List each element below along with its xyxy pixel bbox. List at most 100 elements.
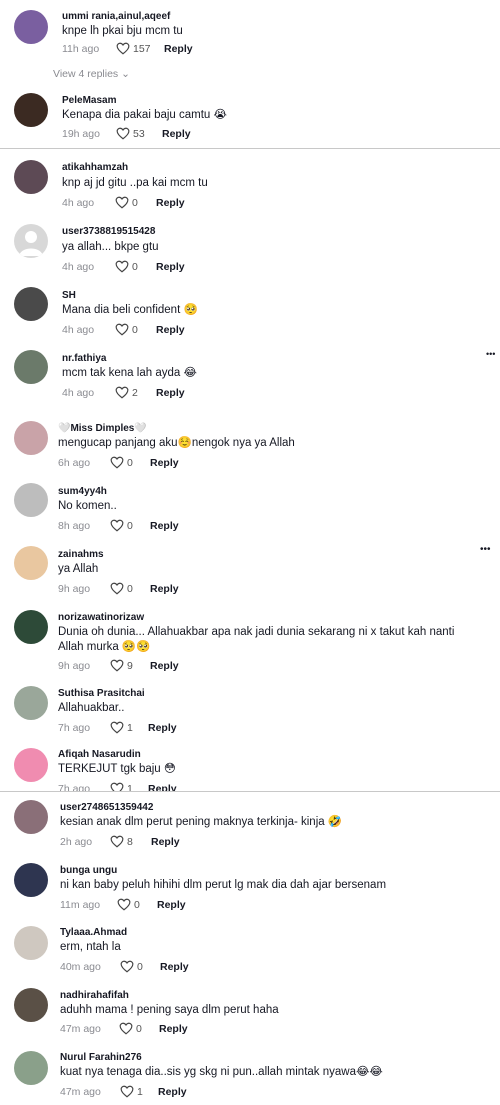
avatar[interactable] bbox=[14, 863, 48, 897]
more-options-icon[interactable]: ••• bbox=[486, 349, 495, 359]
comment-username[interactable]: user2748651359442 bbox=[60, 802, 153, 813]
avatar[interactable] bbox=[14, 610, 48, 644]
avatar[interactable] bbox=[14, 224, 48, 258]
heart-icon[interactable] bbox=[116, 42, 130, 55]
heart-icon[interactable] bbox=[117, 898, 131, 911]
comment-username[interactable]: SH bbox=[62, 290, 76, 301]
heart-icon[interactable] bbox=[120, 960, 134, 973]
heart-icon[interactable] bbox=[115, 323, 129, 336]
reply-button[interactable]: Reply bbox=[148, 783, 177, 791]
reply-button[interactable]: Reply bbox=[156, 261, 185, 273]
like-count: 0 bbox=[137, 961, 143, 973]
comment-item: user3738819515428 ya allah... bkpe gtu 4… bbox=[0, 216, 500, 278]
comment-meta: 11h ago 157 Reply bbox=[62, 41, 262, 57]
heart-icon[interactable] bbox=[120, 1085, 134, 1098]
avatar[interactable] bbox=[14, 287, 48, 321]
avatar[interactable] bbox=[14, 926, 48, 960]
comment-text: No komen.. bbox=[58, 500, 117, 512]
comment-username[interactable]: bunga ungu bbox=[60, 865, 117, 876]
comment-text: Kenapa dia pakai baju camtu 😭 bbox=[62, 109, 227, 121]
heart-icon[interactable] bbox=[115, 386, 129, 399]
avatar[interactable] bbox=[14, 1051, 48, 1085]
comment-time: 19h ago bbox=[62, 128, 100, 140]
heart-icon[interactable] bbox=[119, 1022, 133, 1035]
reply-button[interactable]: Reply bbox=[151, 836, 180, 848]
like-count: 0 bbox=[132, 197, 138, 209]
heart-icon[interactable] bbox=[110, 582, 124, 595]
heart-icon[interactable] bbox=[110, 456, 124, 469]
heart-icon[interactable] bbox=[116, 127, 130, 140]
reply-button[interactable]: Reply bbox=[162, 128, 191, 140]
comment-username[interactable]: 🤍Miss Dimples🤍 bbox=[58, 423, 147, 434]
comment-username[interactable]: norizawatinorizaw bbox=[58, 612, 144, 623]
avatar[interactable] bbox=[14, 748, 48, 782]
reply-button[interactable]: Reply bbox=[148, 722, 177, 734]
comment-item: Suthisa Prasitchai Allahuakbar.. 7h ago … bbox=[0, 680, 500, 742]
like-count: 0 bbox=[134, 899, 140, 911]
reply-button[interactable]: Reply bbox=[156, 197, 185, 209]
comment-item: user2748651359442 kesian anak dlm perut … bbox=[0, 793, 500, 855]
default-avatar-icon bbox=[19, 231, 43, 256]
heart-icon[interactable] bbox=[115, 196, 129, 209]
reply-button[interactable]: Reply bbox=[150, 660, 179, 672]
avatar[interactable] bbox=[14, 988, 48, 1022]
like-count: 9 bbox=[127, 660, 133, 672]
reply-button[interactable]: Reply bbox=[150, 457, 179, 469]
comment-username[interactable]: user3738819515428 bbox=[62, 226, 155, 237]
comment-text: Dunia oh dunia... Allahuakbar apa nak ja… bbox=[58, 626, 455, 653]
comment-time: 7h ago bbox=[58, 783, 91, 791]
heart-icon[interactable] bbox=[110, 721, 124, 734]
comment-time: 4h ago bbox=[62, 261, 95, 273]
like-count: 0 bbox=[127, 520, 133, 532]
reply-button[interactable]: Reply bbox=[158, 1086, 187, 1098]
comment-username[interactable]: atikahhamzah bbox=[62, 162, 128, 173]
reply-button[interactable]: Reply bbox=[150, 583, 179, 595]
avatar[interactable] bbox=[14, 546, 48, 580]
comment-text: ya allah... bkpe gtu bbox=[62, 241, 159, 253]
reply-button[interactable]: Reply bbox=[160, 961, 189, 973]
comment-time: 7h ago bbox=[58, 722, 91, 734]
like-count: 1 bbox=[137, 1086, 143, 1098]
comment-username[interactable]: sum4yy4h bbox=[58, 486, 107, 497]
reply-button[interactable]: Reply bbox=[164, 43, 193, 55]
avatar[interactable] bbox=[14, 160, 48, 194]
heart-icon[interactable] bbox=[110, 519, 124, 532]
comment-username[interactable]: Nurul Farahin276 bbox=[60, 1052, 142, 1063]
comment-username[interactable]: Suthisa Prasitchai bbox=[58, 688, 145, 699]
comment-item: sum4yy4h No komen.. 8h ago 0 Reply bbox=[0, 476, 500, 538]
reply-button[interactable]: Reply bbox=[159, 1023, 188, 1035]
comment-item: Nurul Farahin276 kuat nya tenaga dia..si… bbox=[0, 1043, 500, 1105]
comment-time: 40m ago bbox=[60, 961, 101, 973]
comment-time: 4h ago bbox=[62, 197, 95, 209]
comment-meta: 40m ago 0 Reply bbox=[60, 959, 260, 975]
comment-username[interactable]: zainahms bbox=[58, 549, 104, 560]
avatar[interactable] bbox=[14, 686, 48, 720]
avatar[interactable] bbox=[14, 800, 48, 834]
avatar[interactable] bbox=[14, 350, 48, 384]
comment-username[interactable]: Tylaaa.Ahmad bbox=[60, 927, 127, 938]
reply-button[interactable]: Reply bbox=[157, 899, 186, 911]
comment-time: 8h ago bbox=[58, 520, 91, 532]
reply-button[interactable]: Reply bbox=[150, 520, 179, 532]
like-count: 0 bbox=[127, 457, 133, 469]
avatar[interactable] bbox=[14, 93, 48, 127]
avatar[interactable] bbox=[14, 10, 48, 44]
reply-button[interactable]: Reply bbox=[156, 387, 185, 399]
comment-username[interactable]: PeleMasam bbox=[62, 95, 116, 106]
comment-username[interactable]: ummi rania,ainul,aqeef bbox=[62, 11, 170, 22]
avatar[interactable] bbox=[14, 483, 48, 517]
heart-icon[interactable] bbox=[115, 260, 129, 273]
comment-username[interactable]: nr.fathiya bbox=[62, 353, 106, 364]
reply-button[interactable]: Reply bbox=[156, 324, 185, 336]
more-options-icon[interactable]: ••• bbox=[480, 544, 491, 555]
view-replies-button[interactable]: View 4 replies ⌄ bbox=[53, 68, 130, 80]
heart-icon[interactable] bbox=[110, 782, 124, 791]
comment-text: Mana dia beli confident 🥺 bbox=[62, 304, 198, 316]
comment-username[interactable]: nadhirahafifah bbox=[60, 990, 129, 1001]
avatar[interactable] bbox=[14, 421, 48, 455]
comment-text: kuat nya tenaga dia..sis yg skg ni pun..… bbox=[60, 1066, 383, 1078]
comment-time: 4h ago bbox=[62, 387, 95, 399]
heart-icon[interactable] bbox=[110, 835, 124, 848]
heart-icon[interactable] bbox=[110, 659, 124, 672]
comment-username[interactable]: Afiqah Nasarudin bbox=[58, 749, 141, 760]
